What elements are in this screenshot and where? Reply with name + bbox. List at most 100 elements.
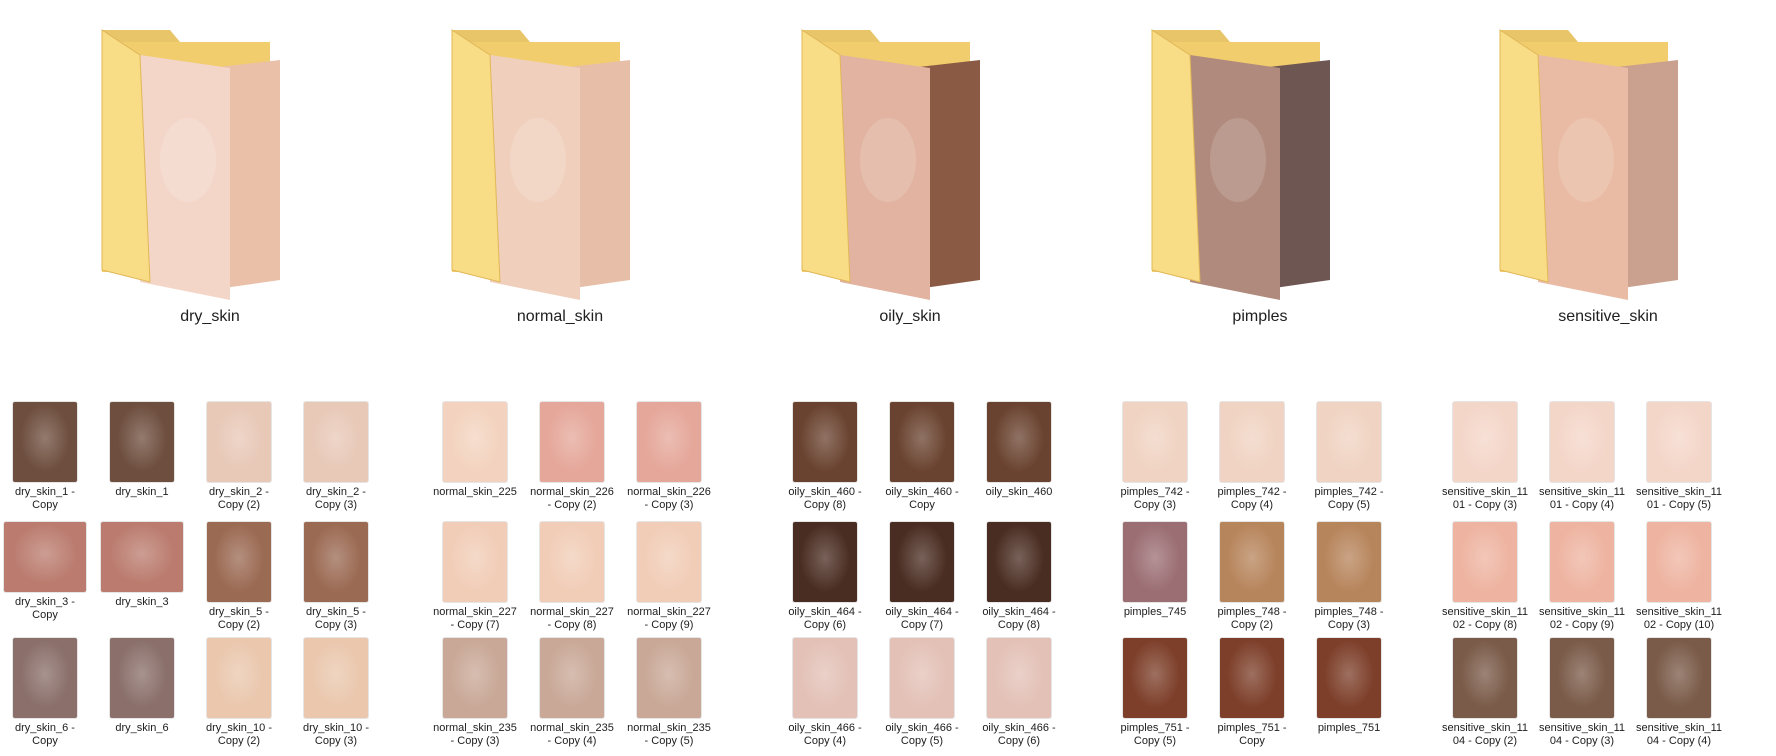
image-thumbnail [110,638,174,718]
folder-icon [101,29,280,300]
image-file[interactable]: dry_skin_2 - Copy (3) [291,402,381,512]
image-thumbnail [540,638,604,718]
image-thumbnail [637,402,701,482]
image-thumbnail [207,402,271,482]
image-file[interactable]: pimples_748 - Copy (3) [1304,522,1394,632]
folder-sensitive-skin[interactable]: sensitive_skin [1478,20,1738,340]
image-file[interactable]: dry_skin_3 - Copy [0,522,90,622]
file-name: dry_skin_2 - Copy (2) [209,486,269,511]
image-thumbnail [207,522,271,602]
folder-icon [451,29,630,300]
image-file[interactable]: oily_skin_464 - Copy (7) [877,522,967,632]
image-thumbnail [987,402,1051,482]
file-name: sensitive_skin_11 01 - Copy (5) [1635,486,1722,511]
file-name: dry_skin_10 - Copy (3) [302,722,370,747]
image-file[interactable]: sensitive_skin_11 02 - Copy (10) [1634,522,1724,632]
image-thumbnail [1647,638,1711,718]
image-file[interactable]: dry_skin_2 - Copy (2) [194,402,284,512]
image-file[interactable]: oily_skin_460 - Copy (8) [780,402,870,512]
file-name: oily_skin_460 [985,486,1053,498]
image-file[interactable]: pimples_751 [1304,638,1394,735]
image-file[interactable]: dry_skin_10 - Copy (3) [291,638,381,748]
image-thumbnail [793,522,857,602]
file-name: dry_skin_10 - Copy (2) [205,722,273,747]
folder-pimples[interactable]: pimples [1130,20,1390,340]
image-file[interactable]: normal_skin_227 - Copy (7) [430,522,520,632]
image-file[interactable]: normal_skin_235 - Copy (4) [527,638,617,748]
image-file[interactable]: oily_skin_460 [974,402,1064,499]
image-file[interactable]: dry_skin_10 - Copy (2) [194,638,284,748]
image-file[interactable]: sensitive_skin_11 04 - Copy (2) [1440,638,1530,748]
folder-icon [1499,29,1678,300]
image-file[interactable]: normal_skin_235 - Copy (5) [624,638,714,748]
image-file[interactable]: oily_skin_466 - Copy (4) [780,638,870,748]
file-name: normal_skin_225 [433,486,517,498]
file-name: dry_skin_2 - Copy (3) [306,486,366,511]
image-file[interactable]: normal_skin_225 [430,402,520,499]
file-name: oily_skin_466 - Copy (5) [885,722,959,747]
file-name: dry_skin_5 - Copy (2) [209,606,269,631]
image-file[interactable]: normal_skin_227 - Copy (8) [527,522,617,632]
file-name: pimples_751 - Copy (5) [1120,722,1190,747]
image-file[interactable]: sensitive_skin_11 02 - Copy (8) [1440,522,1530,632]
file-name: sensitive_skin_11 04 - Copy (4) [1635,722,1722,747]
file-name: normal_skin_235 - Copy (3) [433,722,517,747]
file-name: dry_skin_6 [115,722,169,734]
image-file[interactable]: dry_skin_6 - Copy [0,638,90,748]
image-file[interactable]: normal_skin_226 - Copy (3) [624,402,714,512]
file-name: oily_skin_464 - Copy (6) [788,606,862,631]
image-file[interactable]: oily_skin_464 - Copy (6) [780,522,870,632]
folder-label: pimples [1232,308,1288,325]
image-file[interactable]: pimples_742 - Copy (4) [1207,402,1297,512]
image-file[interactable]: dry_skin_5 - Copy (2) [194,522,284,632]
image-file[interactable]: sensitive_skin_11 01 - Copy (4) [1537,402,1627,512]
image-thumbnail [1550,402,1614,482]
image-file[interactable]: dry_skin_6 [97,638,187,735]
image-file[interactable]: pimples_742 - Copy (3) [1110,402,1200,512]
image-file[interactable]: sensitive_skin_11 01 - Copy (3) [1440,402,1530,512]
image-thumbnail [890,402,954,482]
image-file[interactable]: pimples_745 [1110,522,1200,619]
image-file[interactable]: dry_skin_3 [97,522,187,609]
image-thumbnail [540,522,604,602]
image-thumbnail [890,522,954,602]
image-file[interactable]: normal_skin_235 - Copy (3) [430,638,520,748]
image-file[interactable]: sensitive_skin_11 02 - Copy (9) [1537,522,1627,632]
image-thumbnail [1647,522,1711,602]
folder-normal-skin[interactable]: normal_skin [430,20,690,340]
image-file[interactable]: sensitive_skin_11 01 - Copy (5) [1634,402,1724,512]
image-file[interactable]: oily_skin_460 - Copy [877,402,967,512]
image-file[interactable]: pimples_742 - Copy (5) [1304,402,1394,512]
folder-oily-skin[interactable]: oily_skin [780,20,1040,340]
image-thumbnail [1550,522,1614,602]
image-file[interactable]: normal_skin_226 - Copy (2) [527,402,617,512]
image-file[interactable]: oily_skin_466 - Copy (6) [974,638,1064,748]
image-file[interactable]: dry_skin_5 - Copy (3) [291,522,381,632]
image-file[interactable]: pimples_751 - Copy [1207,638,1297,748]
image-file[interactable]: dry_skin_1 [97,402,187,499]
folder-label: dry_skin [180,308,240,325]
folder-icon [801,29,980,300]
folder-label: sensitive_skin [1558,308,1658,325]
file-name: sensitive_skin_11 01 - Copy (3) [1441,486,1528,511]
image-thumbnail [1453,522,1517,602]
image-thumbnail [4,522,86,592]
file-name: pimples_742 - Copy (3) [1120,486,1190,511]
file-name: oily_skin_460 - Copy (8) [788,486,862,511]
image-file[interactable]: oily_skin_464 - Copy (8) [974,522,1064,632]
image-file[interactable]: oily_skin_466 - Copy (5) [877,638,967,748]
image-file[interactable]: normal_skin_227 - Copy (9) [624,522,714,632]
image-thumbnail [1453,402,1517,482]
image-file[interactable]: dry_skin_1 - Copy [0,402,90,512]
image-file[interactable]: pimples_748 - Copy (2) [1207,522,1297,632]
image-file[interactable]: sensitive_skin_11 04 - Copy (4) [1634,638,1724,748]
file-name: dry_skin_6 - Copy [15,722,75,747]
image-thumbnail [890,638,954,718]
image-file[interactable]: pimples_751 - Copy (5) [1110,638,1200,748]
image-thumbnail [793,402,857,482]
image-thumbnail [1220,402,1284,482]
image-file[interactable]: sensitive_skin_11 04 - Copy (3) [1537,638,1627,748]
folder-dry-skin[interactable]: dry_skin [80,20,340,340]
folder-icon [1151,29,1330,300]
image-thumbnail [110,402,174,482]
